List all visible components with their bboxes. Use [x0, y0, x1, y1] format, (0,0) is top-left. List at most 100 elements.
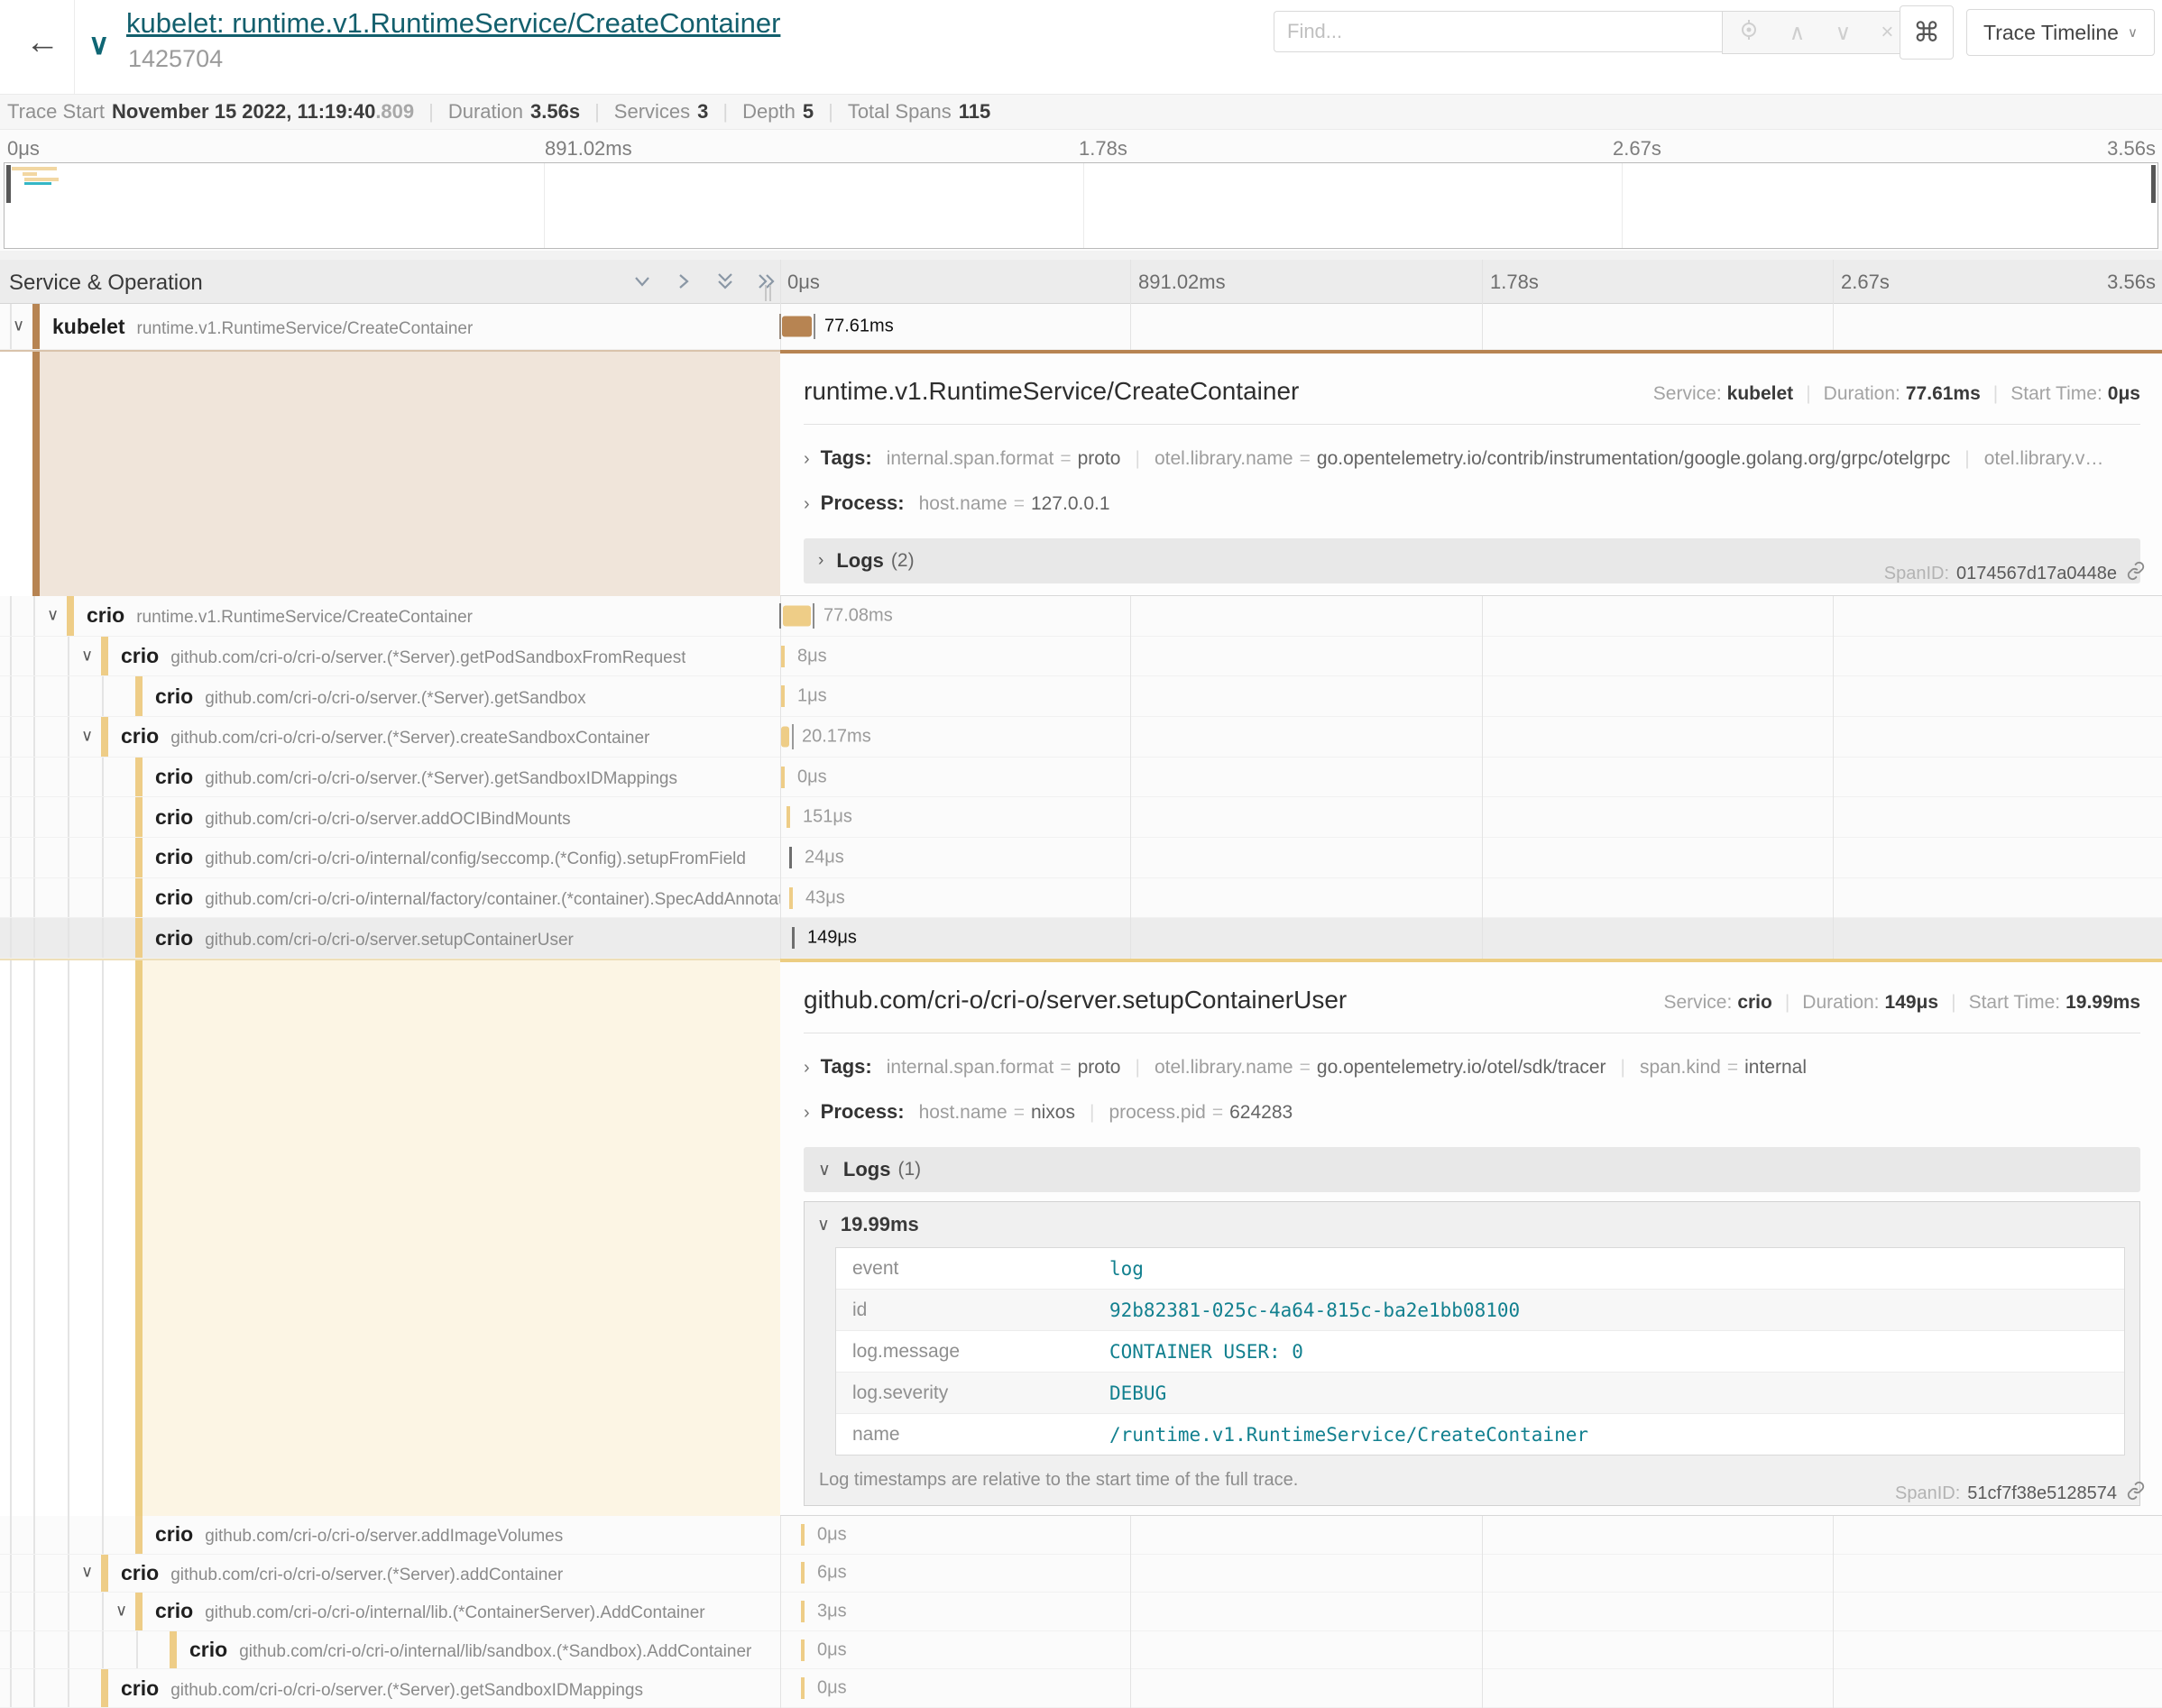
- span-service: crio: [155, 1599, 193, 1623]
- span-color-bar: [135, 878, 143, 918]
- log-field-value: CONTAINER USER: 0: [1109, 1341, 1303, 1363]
- duration-label: Duration: [448, 100, 523, 124]
- section-gap: [0, 251, 2162, 260]
- tree-guide: [102, 838, 104, 877]
- span-duration-bar[interactable]: [789, 887, 793, 909]
- tree-guide: [10, 797, 12, 837]
- collapse-trace-icon[interactable]: ∨: [88, 27, 109, 61]
- tree-guide: [10, 1516, 12, 1554]
- span-duration-bar[interactable]: [801, 1601, 805, 1622]
- span-row[interactable]: ∨criogithub.com/cri-o/cri-o/internal/lib…: [0, 1593, 2162, 1631]
- minimap-tick: 0μs: [7, 137, 40, 161]
- span-duration-bar[interactable]: [781, 726, 789, 747]
- span-row[interactable]: criogithub.com/cri-o/cri-o/server.setupC…: [0, 918, 2162, 959]
- span-operation: github.com/cri-o/cri-o/internal/factory/…: [205, 890, 780, 910]
- header-divider: [74, 0, 75, 94]
- tree-guide: [102, 1593, 104, 1630]
- span-row[interactable]: criogithub.com/cri-o/cri-o/server.addIma…: [0, 1516, 2162, 1555]
- app-header: ← ∨ kubelet: runtime.v1.RuntimeService/C…: [0, 0, 2162, 94]
- span-duration-bar[interactable]: [792, 927, 795, 949]
- span-service: crio: [155, 765, 193, 789]
- tags-row[interactable]: › Tags: internal.span.format=proto | ote…: [804, 1055, 2140, 1079]
- row-collapse-icon[interactable]: ∨: [81, 646, 93, 665]
- find-input[interactable]: [1274, 11, 1722, 52]
- collapse-all-icon[interactable]: [714, 271, 736, 297]
- span-duration-bar[interactable]: [789, 847, 792, 868]
- minimap-canvas[interactable]: [4, 162, 2158, 249]
- log-field-value: /runtime.v1.RuntimeService/CreateContain…: [1109, 1424, 1588, 1446]
- span-row[interactable]: criogithub.com/cri-o/cri-o/server.addOCI…: [0, 797, 2162, 838]
- trace-view-selector[interactable]: Trace Timeline ∨: [1966, 9, 2155, 56]
- log-entry-header[interactable]: ∨ 19.99ms: [817, 1213, 2127, 1236]
- locate-icon[interactable]: [1738, 19, 1760, 47]
- span-row[interactable]: criogithub.com/cri-o/cri-o/server.(*Serv…: [0, 1669, 2162, 1708]
- duration-label: Duration:: [1824, 383, 1900, 405]
- tree-guide: [10, 838, 12, 877]
- span-color-bar: [135, 918, 143, 958]
- find-prev-icon[interactable]: ∧: [1789, 20, 1806, 46]
- span-row[interactable]: ∨criogithub.com/cri-o/cri-o/server.(*Ser…: [0, 637, 2162, 677]
- copy-link-icon[interactable]: [2117, 561, 2146, 586]
- row-collapse-icon[interactable]: ∨: [47, 605, 59, 624]
- span-color-bar: [135, 676, 143, 716]
- log-field-row: log.messageCONTAINER USER: 0: [836, 1331, 2124, 1373]
- span-row[interactable]: ∨criogithub.com/cri-o/cri-o/server.(*Ser…: [0, 1555, 2162, 1593]
- span-row[interactable]: criogithub.com/cri-o/cri-o/internal/lib/…: [0, 1631, 2162, 1670]
- tree-guide: [68, 878, 69, 918]
- row-collapse-icon[interactable]: ∨: [81, 727, 93, 746]
- keyboard-shortcuts-button[interactable]: ⌘: [1900, 5, 1954, 60]
- row-collapse-icon[interactable]: ∨: [115, 1602, 127, 1621]
- logs-accordion[interactable]: ∨ Logs (1): [804, 1147, 2140, 1192]
- span-duration-bar[interactable]: [781, 646, 785, 667]
- back-icon[interactable]: ←: [25, 23, 60, 62]
- tags-row[interactable]: › Tags: internal.span.format=proto | ote…: [804, 446, 2140, 470]
- span-duration-label: 24μs: [805, 847, 844, 868]
- find-clear-icon[interactable]: ×: [1881, 20, 1893, 45]
- process-row[interactable]: › Process: host.name=nixos | process.pid…: [804, 1100, 2140, 1124]
- log-field-value: log: [1109, 1258, 1144, 1280]
- find-controls: ∧ ∨ ×: [1722, 11, 1909, 54]
- span-row[interactable]: criogithub.com/cri-o/cri-o/internal/conf…: [0, 838, 2162, 878]
- span-row[interactable]: ∨kubeletruntime.v1.RuntimeService/Create…: [0, 304, 2162, 350]
- minimap-gridline: [1083, 163, 1084, 248]
- tree-guide: [102, 797, 104, 837]
- minimap-tick: 891.02ms: [545, 137, 632, 161]
- column-resize-handle[interactable]: [765, 285, 771, 301]
- span-duration-label: 0μs: [797, 767, 827, 787]
- span-duration-bar[interactable]: [783, 605, 811, 626]
- trace-title-link[interactable]: kubelet: runtime.v1.RuntimeService/Creat…: [126, 7, 780, 40]
- process-row[interactable]: › Process: host.name=127.0.0.1: [804, 491, 2140, 515]
- collapse-one-icon[interactable]: [631, 271, 653, 297]
- expand-one-icon[interactable]: [673, 271, 695, 297]
- minimap-left-scrubber[interactable]: [6, 165, 11, 203]
- span-id-label: SpanID:: [1895, 1483, 1960, 1504]
- tags-label: Tags:: [821, 446, 872, 470]
- minimap-right-scrubber[interactable]: [2151, 165, 2156, 203]
- find-next-icon[interactable]: ∨: [1835, 20, 1852, 46]
- span-service: crio: [189, 1638, 227, 1662]
- span-duration-bar[interactable]: [801, 1524, 805, 1546]
- span-duration-label: 77.61ms: [824, 317, 894, 337]
- log-field-key: log.message: [836, 1341, 1109, 1363]
- span-row[interactable]: criogithub.com/cri-o/cri-o/server.(*Serv…: [0, 676, 2162, 717]
- span-duration-bar[interactable]: [801, 1562, 805, 1584]
- span-row[interactable]: ∨crioruntime.v1.RuntimeService/CreateCon…: [0, 596, 2162, 637]
- span-duration-bar[interactable]: [781, 685, 785, 707]
- span-boundary-tick: [792, 724, 794, 749]
- span-duration-label: 77.08ms: [823, 605, 893, 626]
- span-duration-bar[interactable]: [781, 767, 785, 788]
- span-color-bar: [67, 596, 74, 636]
- span-row[interactable]: criogithub.com/cri-o/cri-o/internal/fact…: [0, 878, 2162, 919]
- logs-count: (1): [897, 1159, 921, 1180]
- row-collapse-icon[interactable]: ∨: [13, 317, 24, 335]
- tree-guide: [68, 758, 69, 797]
- span-duration-bar[interactable]: [782, 317, 812, 337]
- span-row[interactable]: criogithub.com/cri-o/cri-o/server.(*Serv…: [0, 758, 2162, 798]
- row-collapse-icon[interactable]: ∨: [81, 1563, 93, 1582]
- span-duration-bar[interactable]: [787, 806, 790, 828]
- span-row[interactable]: ∨criogithub.com/cri-o/cri-o/server.(*Ser…: [0, 717, 2162, 758]
- trace-minimap[interactable]: 0μs 891.02ms 1.78s 2.67s 3.56s: [0, 130, 2162, 251]
- copy-link-icon[interactable]: [2117, 1481, 2146, 1506]
- span-duration-bar[interactable]: [801, 1677, 805, 1699]
- span-duration-bar[interactable]: [801, 1639, 805, 1661]
